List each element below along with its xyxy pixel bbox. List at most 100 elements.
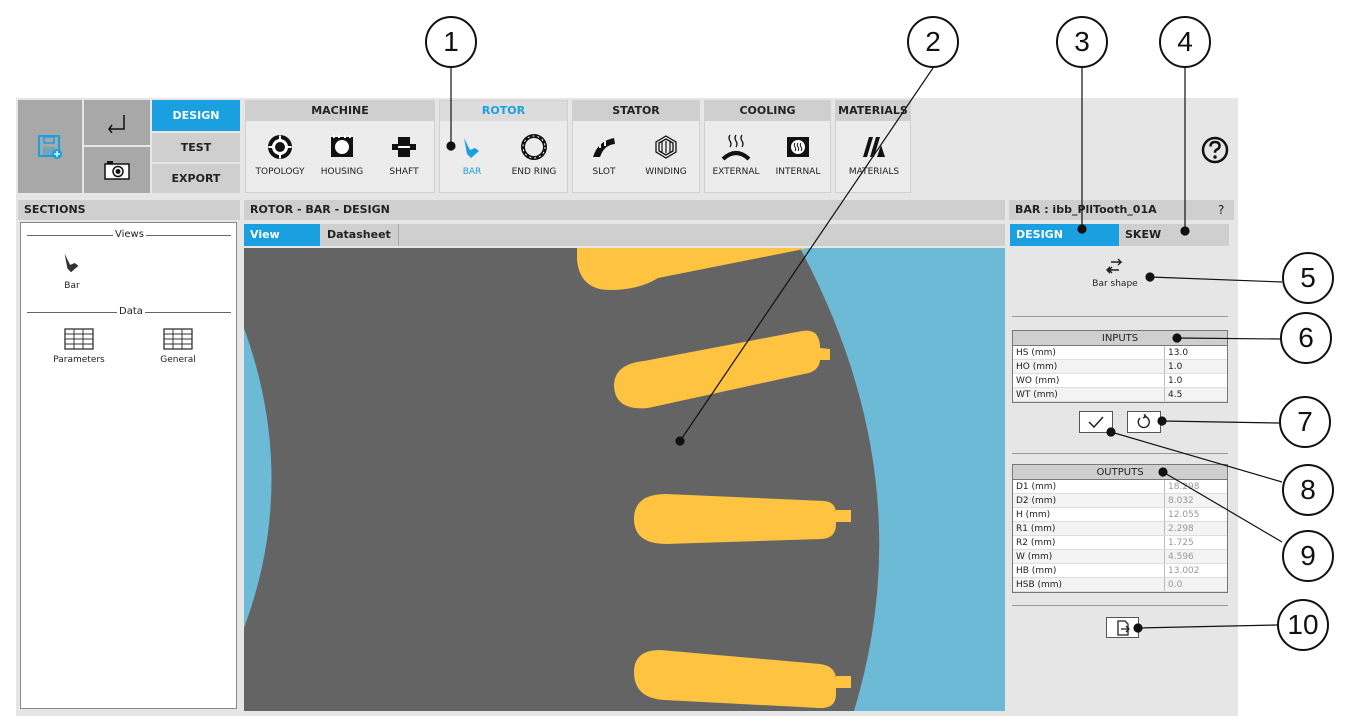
- callout-8: 8: [1282, 464, 1334, 516]
- bar-shape-label: Bar shape: [1092, 279, 1138, 289]
- param-name: WO (mm): [1013, 374, 1165, 387]
- callout-9: 9: [1282, 530, 1334, 582]
- undo-button[interactable]: [84, 100, 150, 145]
- bar-shape-button[interactable]: Bar shape: [1085, 256, 1145, 289]
- section-parameters-label: Parameters: [53, 355, 105, 365]
- mode-export-button[interactable]: EXPORT: [152, 164, 240, 193]
- param-name: R2 (mm): [1013, 536, 1165, 549]
- cooling-group-title: COOLING: [705, 101, 830, 121]
- rotor-geometry: [244, 248, 880, 711]
- bar-label: BAR: [462, 167, 482, 177]
- mode-design-button[interactable]: DESIGN: [152, 100, 240, 131]
- callout-10: 10: [1277, 599, 1329, 651]
- tab-view[interactable]: View: [244, 224, 320, 246]
- winding-label: WINDING: [645, 167, 687, 177]
- table-row: R2 (mm) 1.725: [1013, 536, 1227, 550]
- table-row[interactable]: HO (mm) 1.0: [1013, 360, 1227, 374]
- tab-skew[interactable]: SKEW: [1119, 224, 1229, 246]
- table-icon: [163, 328, 193, 350]
- stator-group-title: STATOR: [573, 101, 699, 121]
- section-bar-label: Bar: [64, 281, 80, 291]
- tab-datasheet[interactable]: Datasheet: [321, 224, 399, 246]
- end-ring-icon: [521, 134, 547, 160]
- param-value: 1.725: [1168, 538, 1194, 548]
- apply-button[interactable]: [1079, 411, 1113, 433]
- center-header: ROTOR - BAR - DESIGN: [244, 200, 1005, 220]
- internal-cooling-icon: [787, 137, 809, 157]
- screenshot-button[interactable]: [84, 147, 150, 193]
- save-button[interactable]: [18, 100, 82, 193]
- param-value-input[interactable]: 1.0: [1165, 374, 1227, 387]
- bar-help-button[interactable]: ?: [1218, 203, 1224, 217]
- table-row: W (mm) 4.596: [1013, 550, 1227, 564]
- outputs-title: OUTPUTS: [1013, 465, 1227, 480]
- external-tool[interactable]: EXTERNAL: [705, 131, 767, 177]
- separator: [1012, 316, 1228, 317]
- save-icon: [38, 134, 62, 159]
- reset-button[interactable]: [1127, 411, 1161, 433]
- topology-icon: [268, 135, 292, 159]
- callout-3: 3: [1056, 16, 1108, 68]
- bar-icon: [64, 253, 79, 273]
- check-icon: [1088, 416, 1104, 428]
- param-value: 8.032: [1168, 496, 1194, 506]
- materials-icon: [863, 137, 885, 157]
- swap-arrows-icon: [1106, 258, 1123, 274]
- section-parameters[interactable]: Parameters: [44, 328, 114, 365]
- section-general[interactable]: General: [143, 328, 213, 365]
- mode-test-button[interactable]: TEST: [152, 133, 240, 162]
- question-circle-icon[interactable]: [1200, 135, 1230, 165]
- machine-group-title: MACHINE: [246, 101, 434, 121]
- internal-tool[interactable]: INTERNAL: [767, 131, 829, 177]
- housing-label: HOUSING: [320, 167, 364, 177]
- param-name: HS (mm): [1013, 346, 1165, 359]
- table-row: H (mm) 12.055: [1013, 508, 1227, 522]
- rotor-bar: [634, 494, 836, 544]
- geometry-canvas[interactable]: [244, 248, 1005, 711]
- rotor-group-title: ROTOR: [440, 101, 567, 121]
- param-name: HO (mm): [1013, 360, 1165, 373]
- housing-icon: [331, 135, 353, 157]
- winding-icon: [655, 135, 677, 159]
- shaft-tool[interactable]: SHAFT: [373, 131, 435, 177]
- bar-header: BAR : ibb_PllTooth_01A: [1009, 200, 1234, 220]
- sections-header: SECTIONS: [18, 200, 240, 220]
- param-value-input[interactable]: 4.5: [1165, 388, 1227, 401]
- section-general-label: General: [160, 355, 196, 365]
- param-value: 2.298: [1168, 524, 1194, 534]
- param-name: WT (mm): [1013, 388, 1165, 401]
- table-row[interactable]: HS (mm) 13.0: [1013, 346, 1227, 360]
- internal-label: INTERNAL: [775, 167, 821, 177]
- winding-tool[interactable]: WINDING: [635, 131, 697, 177]
- param-value: 18.298: [1168, 482, 1200, 492]
- bar-tool[interactable]: BAR: [441, 131, 503, 177]
- housing-tool[interactable]: HOUSING: [311, 131, 373, 177]
- table-row[interactable]: WT (mm) 4.5: [1013, 388, 1227, 402]
- param-value: 4.596: [1168, 552, 1194, 562]
- param-value: 0.0: [1168, 580, 1183, 590]
- table-row[interactable]: WO (mm) 1.0: [1013, 374, 1227, 388]
- materials-group-title: MATERIALS: [836, 101, 910, 121]
- external-label: EXTERNAL: [712, 167, 760, 177]
- param-name: HB (mm): [1013, 564, 1165, 577]
- cooling-group: COOLING EXTERNAL INTERNAL: [704, 100, 831, 193]
- param-value-input[interactable]: 1.0: [1165, 360, 1227, 373]
- end-ring-label: END RING: [511, 167, 557, 177]
- callout-6: 6: [1280, 312, 1332, 364]
- section-bar[interactable]: Bar: [37, 251, 107, 291]
- tab-design[interactable]: DESIGN: [1010, 224, 1119, 246]
- end-ring-tool[interactable]: END RING: [503, 131, 565, 177]
- table-row: D1 (mm) 18.298: [1013, 480, 1227, 494]
- separator: [1012, 605, 1228, 606]
- materials-tool[interactable]: MATERIALS: [843, 131, 905, 177]
- table-row: HSB (mm) 0.0: [1013, 578, 1227, 592]
- param-name: H (mm): [1013, 508, 1165, 521]
- view-tabbar: View Datasheet: [244, 224, 1005, 246]
- table-icon: [64, 328, 94, 350]
- topology-tool[interactable]: TOPOLOGY: [249, 131, 311, 177]
- param-value-input[interactable]: 13.0: [1165, 346, 1227, 359]
- slot-label: SLOT: [592, 167, 616, 177]
- shaft-label: SHAFT: [389, 167, 419, 177]
- slot-tool[interactable]: SLOT: [573, 131, 635, 177]
- export-button[interactable]: [1106, 617, 1139, 638]
